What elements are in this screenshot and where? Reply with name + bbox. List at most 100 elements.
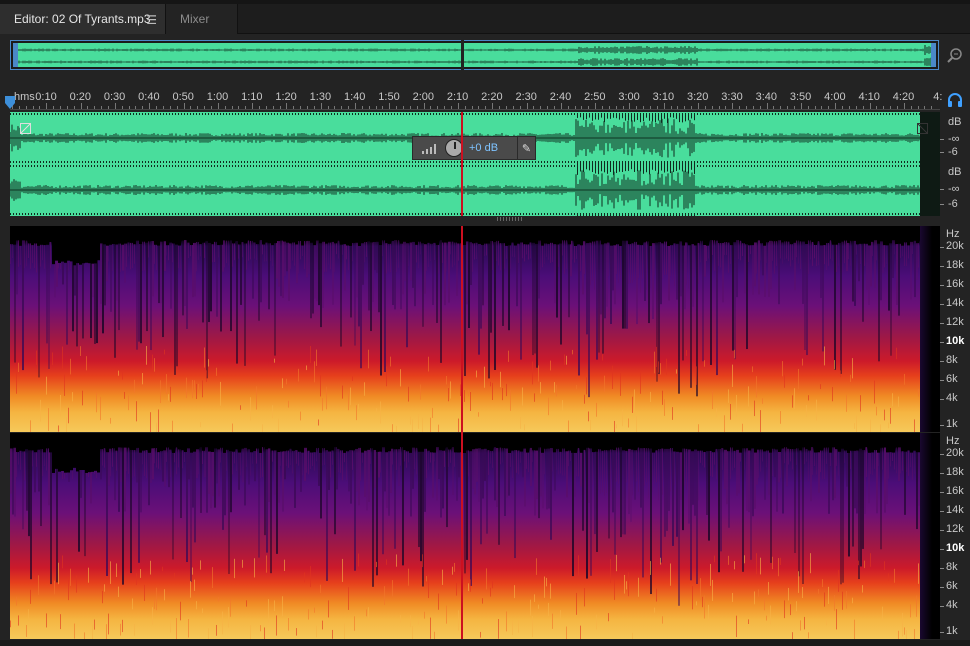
waveform-clip-edge [811, 161, 812, 163]
ruler-tick [108, 106, 110, 109]
waveform-clip-edge [10, 213, 11, 215]
tab-editor[interactable]: Editor: 02 Of Tyrants.mp3 ☰ [0, 4, 166, 34]
ruler-tick [39, 106, 41, 109]
hz-tick [940, 399, 944, 400]
waveform-clip-edge [85, 161, 86, 163]
ruler-tick [396, 106, 398, 109]
spectrogram-speckle [792, 395, 793, 408]
waveform-clip-edge [547, 161, 548, 163]
waveform-clip-edge [838, 161, 839, 163]
waveform-clip-edge [466, 113, 467, 115]
spectrogram-streak [308, 240, 310, 274]
spectrogram-streak [258, 240, 260, 321]
waveform-clip-edge [241, 161, 242, 163]
spectrogram-top-edge [139, 433, 142, 453]
spectrogram-streak [126, 240, 127, 267]
spectrogram-streak [860, 447, 862, 567]
waveform-clip-edge [43, 161, 44, 163]
headphone-icon[interactable] [946, 92, 964, 108]
spectrogram-speckle [118, 370, 119, 376]
hamburger-menu-icon[interactable]: ☰ [146, 13, 157, 27]
waveform-clip-edge [721, 165, 722, 167]
ruler-tick [855, 106, 857, 109]
waveform-clip-edge [898, 213, 899, 215]
fade-out-handle[interactable] [917, 123, 928, 134]
spectrogram-top-edge [151, 433, 154, 449]
spectrogram-streak [562, 447, 563, 476]
waveform-clip-edge [919, 213, 920, 215]
waveform-clip-edge [238, 213, 239, 215]
waveform-clip-edge [271, 113, 272, 115]
ruler-tick [711, 106, 713, 109]
waveform-clip-edge [838, 213, 839, 215]
waveform-clip-edge [850, 165, 851, 167]
fade-in-handle[interactable] [20, 123, 31, 134]
spectrogram-speckle [890, 407, 891, 424]
spectrogram-top-edge [817, 226, 820, 242]
spectrogram-speckle [712, 390, 713, 410]
waveform-clip-edge [508, 165, 509, 167]
waveform-clip-edge [274, 213, 275, 215]
spectrogram-streak [238, 447, 240, 490]
spectrogram-speckle [160, 380, 161, 404]
spectrogram-speckle [124, 391, 125, 399]
waveform-clip-edge [439, 113, 440, 115]
spectrogram-streak [16, 240, 18, 295]
panel-resize-handle[interactable] [497, 217, 523, 221]
waveform-clip-edge [241, 213, 242, 215]
amplitude-hud[interactable]: +0 dB ✎ [412, 136, 536, 160]
spectrogram-streak [130, 240, 131, 270]
gain-value[interactable]: +0 dB [469, 142, 498, 154]
waveform-clip-edge [100, 165, 101, 167]
spectrogram-top-edge [835, 226, 838, 245]
tab-mixer[interactable]: Mixer [166, 4, 238, 34]
waveform-clip-edge [505, 213, 506, 215]
waveform-clip-edge [310, 165, 311, 167]
waveform-clip-edge [817, 161, 818, 163]
waveform-clip-edge [916, 213, 917, 215]
ruler-tick [588, 106, 590, 109]
spectrogram-channel-1[interactable] [10, 226, 940, 432]
spectrogram-top-edge [256, 226, 259, 245]
waveform-clip-edge [487, 113, 488, 115]
spectrogram-streak [110, 447, 111, 477]
ruler-tick [656, 106, 658, 109]
zoom-icon[interactable] [946, 46, 964, 64]
spectrogram-streak [104, 240, 106, 306]
spectrogram-top-edge [724, 226, 727, 243]
waveform-clip-edge [205, 161, 206, 163]
waveform-clip-edge [364, 213, 365, 215]
spectrogram-speckle [816, 399, 817, 421]
spectrogram-top-edge [199, 433, 202, 448]
spectrogram-channel-2[interactable] [10, 433, 940, 639]
spectrogram-speckle [110, 561, 111, 584]
spectrogram-top-edge [481, 226, 484, 245]
overview-navigator[interactable] [10, 40, 939, 70]
spectrogram-streak [878, 240, 880, 362]
waveform-clip-edge [625, 113, 626, 121]
spectrogram-top-edge [280, 226, 283, 241]
ruler-tick [382, 106, 384, 109]
spectrogram-top-edge [115, 226, 118, 245]
playhead-handle[interactable] [4, 96, 16, 110]
waveform-clip-edge [736, 161, 737, 163]
time-ruler[interactable]: hms 0:10 0:20 0:30 0:40 0:50 1:00 1:10 1:20 1:30… [10, 88, 942, 110]
waveform-clip-edge [892, 161, 893, 163]
waveform-clip-edge [523, 113, 524, 115]
ruler-tick [156, 106, 158, 109]
spectrogram-top-edge [328, 226, 331, 243]
waveform-clip-edge [742, 113, 743, 115]
spectrogram-streak [698, 447, 699, 501]
waveform-clip-edge [478, 213, 479, 215]
spectrogram-speckle [798, 368, 799, 390]
spectrogram-top-edge [412, 226, 415, 242]
pin-icon[interactable]: ✎ [517, 137, 535, 159]
spectrogram-top-edge [295, 226, 298, 245]
spectrogram-streak [622, 447, 624, 535]
waveform-display[interactable] [10, 112, 940, 216]
waveform-clip-edge [16, 165, 17, 167]
spectrogram-top-edge [556, 226, 559, 245]
waveform-clip-edge [538, 213, 539, 215]
waveform-clip-edge [301, 165, 302, 167]
waveform-clip-edge [325, 113, 326, 115]
